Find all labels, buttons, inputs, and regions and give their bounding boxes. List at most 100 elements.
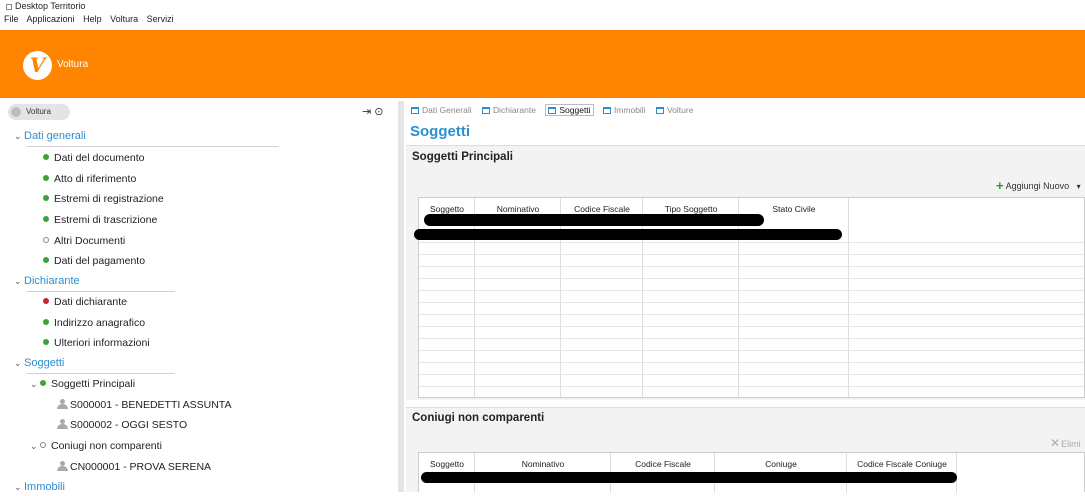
tree-item-subject[interactable]: S000001 - BENEDETTI ASSUNTA: [57, 396, 231, 414]
person-icon: [57, 419, 68, 429]
grid-column-line: [474, 198, 475, 397]
grid-row-line: [419, 242, 1084, 243]
tree-item-label: Dati del pagamento: [54, 255, 146, 267]
grid-column-line: [848, 198, 849, 397]
tree-item-label: Soggetti Principali: [51, 378, 136, 390]
app-header: [0, 30, 1085, 98]
status-complete-icon: [43, 195, 49, 201]
tree-item-estremi-registrazione[interactable]: Estremi di registrazione: [43, 190, 164, 208]
status-empty-icon: [43, 237, 49, 243]
grid-row-line: [419, 326, 1084, 327]
tab-window-icon: [548, 107, 557, 114]
voltura-small-icon: [11, 107, 21, 117]
divider: [27, 291, 175, 292]
tab-label: Volture: [666, 105, 694, 115]
menu-applicazioni[interactable]: Applicazioni: [27, 14, 75, 24]
status-complete-icon: [43, 257, 49, 263]
chevron-down-icon: ⌄: [30, 441, 38, 451]
tree-item-indirizzo-anagrafico[interactable]: Indirizzo anagrafico: [43, 314, 145, 332]
grid-row-line: [419, 374, 1084, 375]
section-label: Immobili: [24, 481, 65, 493]
tree-item-dati-documento[interactable]: Dati del documento: [43, 149, 144, 167]
dropdown-arrow-icon[interactable]: ▾: [1077, 182, 1081, 191]
play-circle-icon[interactable]: ⊙: [374, 106, 383, 118]
tree-item-estremi-trascrizione[interactable]: Estremi di trascrizione: [43, 211, 157, 229]
menu-file[interactable]: File: [4, 14, 19, 24]
collapse-panel-icon[interactable]: ⇥: [362, 106, 371, 118]
tab-label: Immobili: [613, 105, 646, 115]
tab-immobili[interactable]: Immobili: [602, 104, 647, 116]
section-label: Dichiarante: [24, 275, 80, 287]
voltura-logo: V: [23, 51, 52, 80]
person-icon: [57, 399, 68, 409]
tree-section-dati-generali[interactable]: ⌄ Dati generali: [14, 127, 86, 145]
tree-item-subject[interactable]: S000002 - OGGI SESTO: [57, 416, 187, 434]
tab-soggetti[interactable]: Soggetti: [545, 104, 594, 116]
tree-section-dichiarante[interactable]: ⌄ Dichiarante: [14, 272, 80, 290]
tree-group-coniugi-non-comparenti[interactable]: ⌄ Coniugi non comparenti: [30, 437, 162, 455]
button-label: Aggiungi Nuovo: [1005, 181, 1070, 191]
tree-item-ulteriori-informazioni[interactable]: Ulteriori informazioni: [43, 334, 150, 352]
grid-row-line: [419, 386, 1084, 387]
grid-row-line: [419, 302, 1084, 303]
status-empty-icon: [40, 442, 46, 448]
menu-voltura[interactable]: Voltura: [110, 14, 138, 24]
tab-window-icon: [655, 107, 664, 114]
button-label: Elimi: [1061, 439, 1081, 449]
tree-item-dati-pagamento[interactable]: Dati del pagamento: [43, 252, 145, 270]
tree-section-soggetti[interactable]: ⌄ Soggetti: [14, 354, 64, 372]
redacted-row: [424, 214, 764, 226]
app-window-icon: [6, 3, 12, 10]
close-icon: ✕: [1050, 436, 1061, 450]
tab-label: Soggetti: [559, 105, 591, 115]
tree-section-immobili[interactable]: ⌄ Immobili: [14, 478, 65, 496]
add-new-button[interactable]: + Aggiungi Nuovo ▾: [996, 178, 1081, 193]
grid-column-line: [560, 198, 561, 397]
status-complete-icon: [40, 380, 46, 386]
menu-servizi[interactable]: Servizi: [147, 14, 174, 24]
tab-window-icon: [481, 107, 490, 114]
status-complete-icon: [43, 175, 49, 181]
delete-button[interactable]: ✕Elimi: [1050, 436, 1081, 450]
tree-item-label: S000001 - BENEDETTI ASSUNTA: [70, 399, 232, 411]
chevron-down-icon: ⌄: [14, 276, 22, 286]
tree-item-subject[interactable]: CN000001 - PROVA SERENA: [57, 458, 211, 476]
breadcrumb-label: Voltura: [26, 107, 51, 116]
tree-item-label: Dati del documento: [54, 152, 145, 164]
grid-row-line: [419, 314, 1084, 315]
soggetti-principali-table: Soggetto Nominativo Codice Fiscale Tipo …: [418, 197, 1085, 398]
section-label: Dati generali: [24, 130, 86, 142]
section-title: Soggetti Principali: [412, 151, 513, 163]
chevron-down-icon: ⌄: [14, 482, 22, 492]
tab-volture[interactable]: Volture: [655, 104, 694, 116]
menu-bar: File Applicazioni Help Voltura Servizi: [0, 12, 1085, 26]
tree-item-label: Ulteriori informazioni: [54, 337, 150, 349]
redacted-row: [414, 229, 842, 240]
tab-dichiarante[interactable]: Dichiarante: [481, 104, 537, 116]
chevron-down-icon: ⌄: [14, 358, 22, 368]
panel-header-icons: ⇥ ⊙: [362, 105, 384, 118]
tree-item-altri-documenti[interactable]: Altri Documenti: [43, 232, 125, 250]
tab-dati-generali[interactable]: Dati Generali: [410, 104, 473, 116]
tree-group-soggetti-principali[interactable]: ⌄ Soggetti Principali: [30, 375, 135, 393]
tree-item-dati-dichiarante[interactable]: Dati dichiarante: [43, 293, 127, 311]
menu-help[interactable]: Help: [83, 14, 102, 24]
grid-row-line: [419, 266, 1084, 267]
grid-row-line: [419, 362, 1084, 363]
breadcrumb[interactable]: Voltura: [8, 104, 70, 120]
tree-item-label: Altri Documenti: [54, 235, 126, 247]
chevron-down-icon: ⌄: [14, 131, 22, 141]
grid-row-line: [419, 278, 1084, 279]
tab-window-icon: [602, 107, 611, 114]
section-label: Soggetti: [24, 357, 65, 369]
plus-icon: +: [996, 178, 1004, 193]
status-complete-icon: [43, 216, 49, 222]
tree-item-atto-riferimento[interactable]: Atto di riferimento: [43, 170, 136, 188]
person-icon: [57, 461, 68, 471]
status-complete-icon: [43, 319, 49, 325]
grid-row-line: [419, 254, 1084, 255]
window-title: Desktop Territorio: [15, 1, 86, 11]
divider: [27, 146, 279, 147]
tree-item-label: Dati dichiarante: [54, 296, 127, 308]
tree-item-label: Indirizzo anagrafico: [54, 317, 146, 329]
